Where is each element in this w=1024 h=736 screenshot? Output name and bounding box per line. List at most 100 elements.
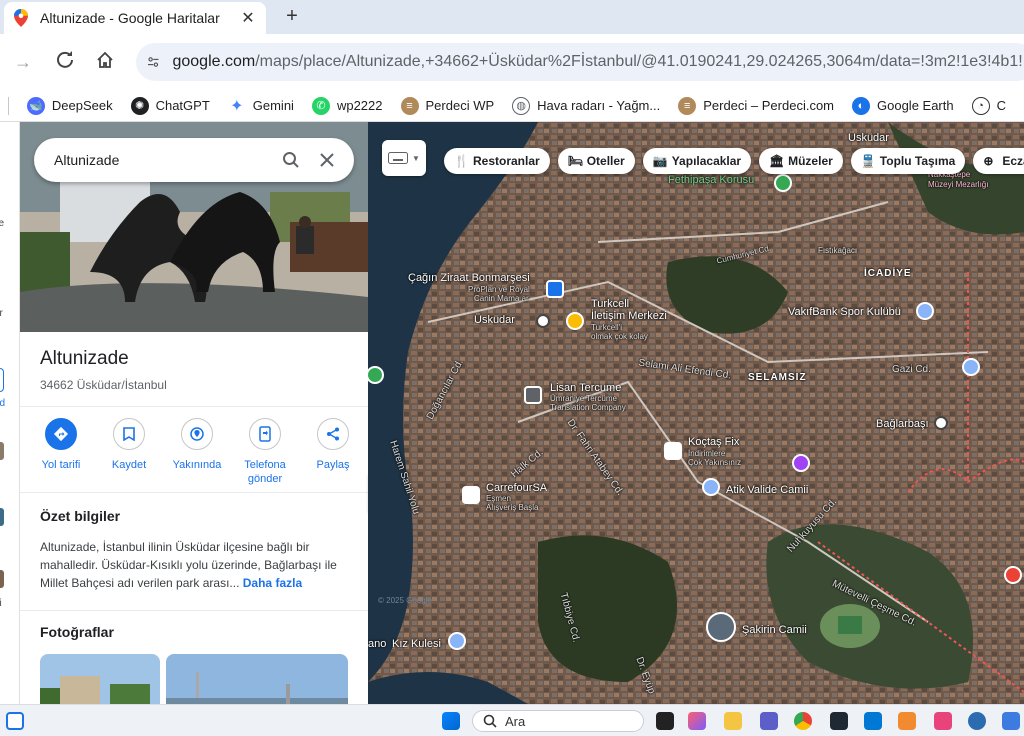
park-pin-icon[interactable] — [774, 174, 792, 192]
chip-museums[interactable]: 🏛 Müzeler — [759, 148, 843, 174]
bookmark-gemini[interactable]: ✦ Gemini — [228, 97, 294, 115]
nearby-button[interactable]: Yakınında — [168, 418, 226, 486]
chip-label: Yapılacaklar — [671, 154, 742, 168]
teams-icon[interactable] — [760, 712, 778, 730]
koctas-pin-icon[interactable] — [664, 442, 682, 460]
map-label: CarrefourSA — [486, 482, 548, 494]
bookmark-wp2222[interactable]: ✆ wp2222 — [311, 96, 383, 115]
chip-hotels[interactable]: 🛏 Oteller — [557, 148, 635, 174]
outlook-icon[interactable] — [864, 712, 882, 730]
google-maps-icon — [14, 9, 28, 27]
photo-thumbnail[interactable] — [166, 654, 348, 704]
camera-pin-icon[interactable] — [792, 454, 810, 472]
app-icon[interactable] — [1002, 712, 1020, 730]
chrome-icon[interactable] — [794, 712, 812, 730]
copilot-icon[interactable] — [688, 712, 706, 730]
map-label: Canin Mama ar — [474, 294, 529, 303]
map-label: ProPlan ve Royal — [468, 285, 530, 294]
tab-title: Altunizade - Google Haritalar — [40, 10, 220, 26]
app-icon[interactable] — [830, 712, 848, 730]
taskbar-search[interactable]: Ara — [472, 710, 644, 732]
map-label: Üsküdar — [474, 314, 515, 326]
keyboard-shortcuts-button[interactable]: ▼ — [382, 140, 426, 176]
rail-label: ad — [0, 398, 6, 409]
bookmark-chatgpt[interactable]: ✺ ChatGPT — [130, 96, 210, 115]
nearby-icon — [181, 418, 213, 450]
home-icon[interactable] — [94, 51, 116, 73]
business-pin-icon[interactable] — [524, 386, 542, 404]
directions-button[interactable]: Yol tarifi — [32, 418, 90, 486]
action-label: Yakınında — [172, 459, 222, 471]
task-view-icon[interactable] — [656, 712, 674, 730]
photos-heading: Fotoğraflar — [40, 624, 114, 640]
windows-start-icon[interactable] — [442, 712, 460, 730]
search-input[interactable]: Altunizade — [54, 152, 266, 168]
search-icon[interactable] — [280, 149, 302, 171]
reload-icon[interactable] — [54, 51, 76, 73]
place-title: Altunizade — [40, 348, 129, 369]
bookmark-perdeci-wp[interactable]: ≡ Perdeci WP — [400, 96, 494, 115]
app-icon[interactable] — [934, 712, 952, 730]
metro-icon[interactable] — [934, 416, 948, 430]
search-box[interactable]: Altunizade — [34, 138, 354, 182]
bookmark-google-earth[interactable]: ◐ Google Earth — [852, 96, 954, 115]
rail-selected-item[interactable] — [0, 368, 4, 392]
category-chips: 🍴 Restoranlar 🛏 Oteller 📷 Yapılacaklar 🏛 Müz… — [444, 148, 1024, 174]
mosque-pin-icon[interactable] — [702, 478, 720, 496]
app-icon[interactable] — [968, 712, 986, 730]
landmark-pin-icon[interactable] — [448, 632, 466, 650]
chip-pharmacies[interactable]: ⊕ Eczaneler — [973, 148, 1024, 174]
hotel-icon: 🛏 — [567, 154, 583, 168]
bookmark-github[interactable]: ◔ C — [971, 96, 1006, 115]
file-explorer-icon[interactable] — [724, 712, 742, 730]
pharmacy-icon: ⊕ — [983, 154, 994, 168]
tab-google-maps[interactable]: Altunizade - Google Haritalar ✕ — [4, 2, 266, 34]
share-button[interactable]: Paylaş — [304, 418, 362, 486]
bookmark-deepseek[interactable]: 🐋 DeepSeek — [26, 96, 113, 115]
site-settings-icon[interactable] — [146, 51, 160, 73]
forward-icon[interactable]: → — [12, 51, 34, 73]
new-tab-button[interactable]: + — [280, 4, 304, 28]
deepseek-icon: 🐋 — [26, 96, 45, 115]
browser-toolbar: → google.com/maps/place/Altunizade,+3466… — [0, 34, 1024, 90]
bookmark-hava-radari[interactable]: ◍ Hava radarı - Yağm... — [512, 96, 660, 115]
widgets-icon[interactable] — [6, 712, 24, 730]
chip-transit[interactable]: 🚆 Toplu Taşıma — [850, 148, 966, 174]
map-label: Kız Kulesi — [392, 638, 441, 650]
send-to-phone-button[interactable]: Telefona gönder — [236, 418, 294, 486]
bookmark-icon — [113, 418, 145, 450]
whatsapp-icon: ✆ — [311, 96, 330, 115]
rail-thumbnail[interactable] — [0, 508, 4, 526]
app-icon[interactable] — [898, 712, 916, 730]
chip-restaurants[interactable]: 🍴 Restoranlar — [444, 148, 550, 174]
store-pin-icon[interactable] — [566, 312, 584, 330]
map-label: İndirimlere — [688, 449, 726, 458]
mosque-photo-pin-icon[interactable] — [706, 612, 736, 642]
metro-icon[interactable] — [536, 314, 550, 328]
map-label: Çok Yakınsınız — [688, 458, 742, 467]
satellite-map[interactable]: Üsküdar Fethipaşa Korusu Nakkaştepe Müze… — [368, 122, 1024, 704]
map-label: İCADİYE — [864, 268, 912, 279]
chip-label: Oteller — [586, 154, 625, 168]
map-label: Ümraniye Tercüme — [550, 394, 617, 403]
action-label: Kaydet — [111, 459, 147, 471]
landmark-pin-icon[interactable] — [962, 358, 980, 376]
place-panel: Altunizade Altunizade 34662 Üsküdar/İsta… — [20, 122, 368, 704]
rail-thumbnail[interactable] — [0, 570, 4, 588]
read-more-link[interactable]: Daha fazla — [243, 576, 302, 590]
sports-pin-icon[interactable] — [916, 302, 934, 320]
carrefour-pin-icon[interactable] — [462, 486, 480, 504]
shopping-pin-icon[interactable] — [546, 280, 564, 298]
address-bar[interactable]: google.com/maps/place/Altunizade,+34662+… — [136, 43, 1024, 81]
url-host: google.com — [172, 53, 256, 70]
rail-thumbnail[interactable] — [0, 442, 4, 460]
hospital-pin-icon[interactable] — [1004, 566, 1022, 584]
save-button[interactable]: Kaydet — [100, 418, 158, 486]
divider — [20, 492, 368, 493]
close-tab-icon[interactable]: ✕ — [240, 8, 256, 28]
perdeci-icon: ≡ — [400, 96, 419, 115]
close-icon[interactable] — [316, 149, 338, 171]
chip-things-to-do[interactable]: 📷 Yapılacaklar — [642, 148, 752, 174]
bookmark-perdeci-com[interactable]: ≡ Perdeci – Perdeci.com — [678, 96, 834, 115]
photo-thumbnail[interactable] — [40, 654, 160, 704]
